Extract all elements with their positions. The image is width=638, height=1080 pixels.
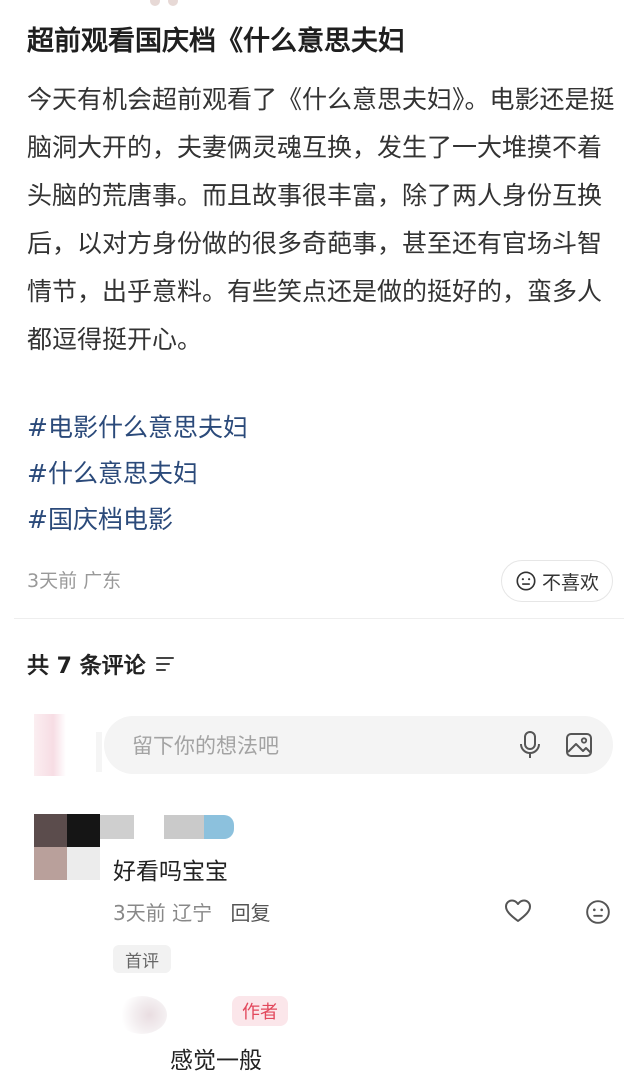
current-user-avatar <box>34 714 102 776</box>
post-meta: 3天前 广东 <box>27 570 122 592</box>
comment-count-header: 共 7 条评论 <box>27 648 174 680</box>
hashtag-link[interactable]: #国庆档电影 <box>27 497 248 543</box>
comment-count-label: 共 7 条评论 <box>27 654 146 679</box>
comment-location: 辽宁 <box>172 901 213 925</box>
neutral-face-icon[interactable] <box>585 899 611 929</box>
sort-lines-icon[interactable] <box>155 657 174 671</box>
comment-text: 感觉一般 <box>170 1048 262 1074</box>
first-comment-badge: 首评 <box>113 945 171 973</box>
post-title: 超前观看国庆档《什么意思夫妇 <box>27 26 405 57</box>
commenter-avatar[interactable] <box>117 996 167 1034</box>
microphone-icon[interactable] <box>517 730 543 760</box>
post-body: 今天有机会超前观看了《什么意思夫妇》。电影还是挺脑洞大开的，夫妻俩灵魂互换，发生… <box>27 85 615 354</box>
reply-button[interactable]: 回复 <box>230 901 270 925</box>
commenter-name[interactable] <box>100 815 240 839</box>
comment-input-placeholder: 留下你的想法吧 <box>132 734 279 758</box>
author-badge: 作者 <box>232 996 288 1026</box>
comment-text: 好看吗宝宝 <box>113 859 228 885</box>
dislike-label: 不喜欢 <box>541 571 599 594</box>
dislike-button[interactable]: 不喜欢 <box>501 560 613 602</box>
heart-icon[interactable] <box>504 898 532 928</box>
image-icon[interactable] <box>565 732 593 758</box>
commenter-avatar[interactable] <box>34 814 100 880</box>
section-divider <box>14 618 624 619</box>
hashtag-link[interactable]: #什么意思夫妇 <box>27 451 248 497</box>
top-edge <box>0 0 638 10</box>
post-tags: #电影什么意思夫妇 #什么意思夫妇 #国庆档电影 <box>27 405 248 543</box>
neutral-face-icon <box>515 570 537 592</box>
comment-meta: 3天前 辽宁 回复 <box>113 897 270 926</box>
comment-time: 3天前 <box>113 901 166 925</box>
hashtag-link[interactable]: #电影什么意思夫妇 <box>27 405 248 451</box>
comment-input[interactable]: 留下你的想法吧 <box>104 716 613 774</box>
